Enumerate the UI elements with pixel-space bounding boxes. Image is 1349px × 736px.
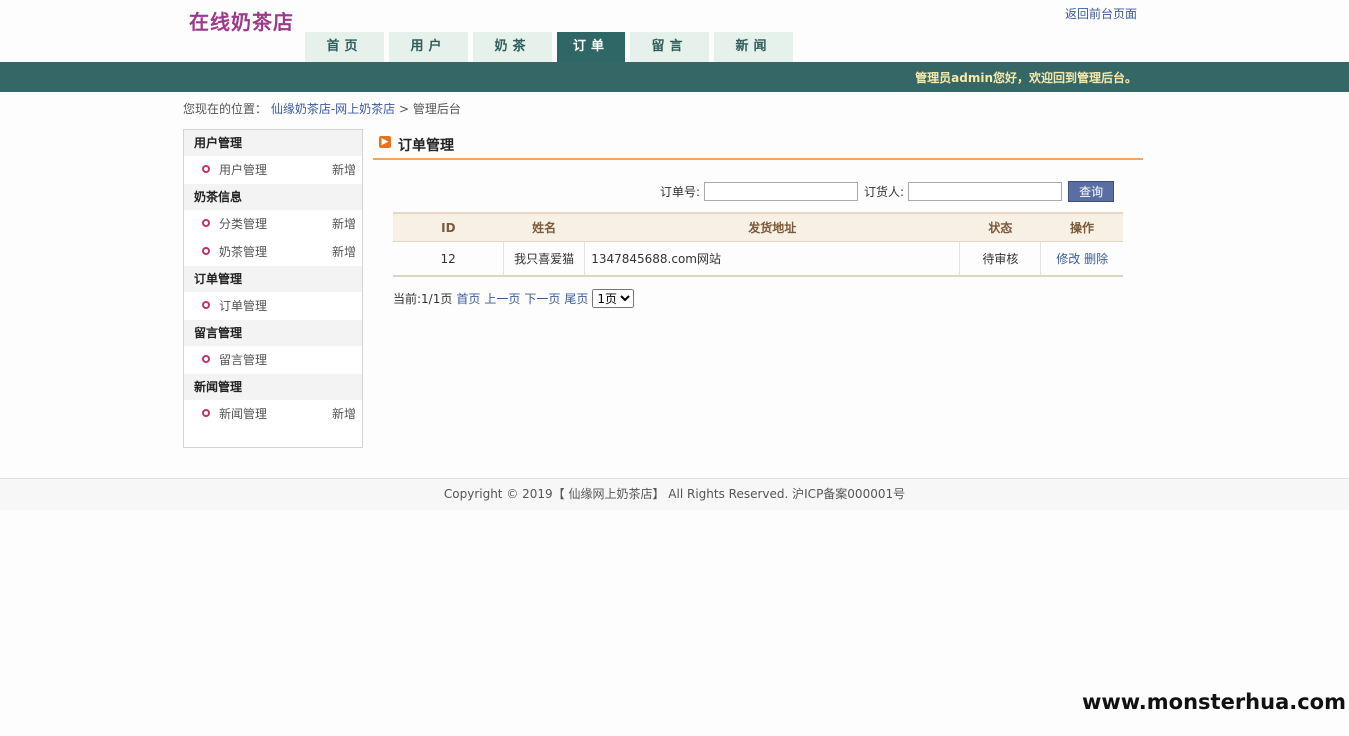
col-header-address: 发货地址 bbox=[584, 212, 960, 242]
delete-link[interactable]: 删除 bbox=[1084, 252, 1108, 266]
back-to-frontend-link[interactable]: 返回前台页面 bbox=[1065, 5, 1137, 22]
col-header-id: ID bbox=[393, 212, 504, 242]
col-header-actions: 操作 bbox=[1040, 212, 1123, 242]
prev-page-link[interactable]: 上一页 bbox=[484, 290, 520, 307]
sidebar-group-messages: 留言管理 bbox=[184, 320, 362, 346]
order-no-label: 订单号: bbox=[660, 185, 701, 199]
sidebar-group-news: 新闻管理 bbox=[184, 374, 362, 400]
footer: Copyright © 2019【 仙缘网上奶茶店】 All Rights Re… bbox=[0, 478, 1349, 510]
sidebar-item-order-manage[interactable]: 订单管理 bbox=[184, 292, 362, 320]
sidebar-item-category-manage[interactable]: 分类管理 新增 bbox=[184, 210, 362, 238]
order-no-input[interactable] bbox=[704, 182, 859, 201]
sidebar-item-user-manage[interactable]: 用户管理 新增 bbox=[184, 156, 362, 184]
main-nav: 首页 用户 奶茶 订单 留言 新闻 bbox=[305, 32, 798, 62]
bullet-icon bbox=[202, 355, 210, 363]
breadcrumb-separator: > bbox=[399, 102, 410, 116]
sidebar-add-user-link[interactable]: 新增 bbox=[332, 156, 356, 184]
sidebar-item-label[interactable]: 订单管理 bbox=[219, 292, 267, 320]
sidebar-item-milktea-manage[interactable]: 奶茶管理 新增 bbox=[184, 238, 362, 266]
cell-actions: 修改 删除 bbox=[1040, 241, 1123, 277]
sidebar: 用户管理 用户管理 新增 奶茶信息 分类管理 新增 奶茶管理 新增 订单管理 订… bbox=[183, 129, 363, 448]
bullet-icon bbox=[202, 409, 210, 417]
col-header-status: 状态 bbox=[959, 212, 1041, 242]
next-page-link[interactable]: 下一页 bbox=[524, 290, 560, 307]
search-button[interactable]: 查询 bbox=[1068, 181, 1115, 202]
sidebar-item-label[interactable]: 用户管理 bbox=[219, 156, 267, 184]
site-title: 在线奶茶店 bbox=[189, 10, 294, 34]
breadcrumb-current: 管理后台 bbox=[412, 102, 461, 116]
cell-address: 1347845688.com网站 bbox=[584, 241, 961, 277]
sidebar-group-milktea: 奶茶信息 bbox=[184, 184, 362, 210]
orders-table: ID 姓名 发货地址 状态 操作 12 我只喜爱猫 1347845688.com… bbox=[393, 212, 1123, 277]
nav-tab-orders[interactable]: 订单 bbox=[557, 32, 625, 62]
table-header-row: ID 姓名 发货地址 状态 操作 bbox=[393, 212, 1123, 242]
last-page-link[interactable]: 尾页 bbox=[564, 290, 588, 307]
panel-title: 订单管理 bbox=[398, 138, 454, 154]
cell-id: 12 bbox=[393, 241, 505, 277]
table-row: 12 我只喜爱猫 1347845688.com网站 待审核 修改 删除 bbox=[393, 241, 1123, 277]
sidebar-group-users: 用户管理 bbox=[184, 130, 362, 156]
sidebar-group-orders: 订单管理 bbox=[184, 266, 362, 292]
arrow-right-icon: ▶ bbox=[379, 136, 391, 148]
panel-header: ▶ 订单管理 bbox=[373, 130, 1143, 160]
page-info: 当前:1/1页 bbox=[393, 292, 453, 306]
bullet-icon bbox=[202, 165, 210, 173]
col-header-name: 姓名 bbox=[503, 212, 585, 242]
sidebar-add-category-link[interactable]: 新增 bbox=[332, 210, 356, 238]
bullet-icon bbox=[202, 247, 210, 255]
cell-name: 我只喜爱猫 bbox=[503, 241, 586, 277]
nav-tab-messages[interactable]: 留言 bbox=[630, 32, 709, 62]
bullet-icon bbox=[202, 301, 210, 309]
breadcrumb-home-link[interactable]: 仙缘奶茶店-网上奶茶店 bbox=[271, 102, 395, 116]
pagination: 当前:1/1页 首页 上一页 下一页 尾页 1页 bbox=[393, 289, 635, 308]
sidebar-add-milktea-link[interactable]: 新增 bbox=[332, 238, 356, 266]
first-page-link[interactable]: 首页 bbox=[456, 290, 480, 307]
nav-tab-news[interactable]: 新闻 bbox=[714, 32, 793, 62]
sidebar-item-label[interactable]: 留言管理 bbox=[219, 346, 267, 374]
sidebar-item-news-manage[interactable]: 新闻管理 新增 bbox=[184, 400, 362, 428]
bullet-icon bbox=[202, 219, 210, 227]
buyer-input[interactable] bbox=[908, 182, 1063, 201]
sidebar-add-news-link[interactable]: 新增 bbox=[332, 400, 356, 428]
sidebar-item-message-manage[interactable]: 留言管理 bbox=[184, 346, 362, 374]
buyer-label: 订货人: bbox=[864, 185, 905, 199]
nav-tab-milktea[interactable]: 奶茶 bbox=[473, 32, 552, 62]
breadcrumb: 您现在的位置： 仙缘奶茶店-网上奶茶店 > 管理后台 bbox=[183, 100, 461, 117]
sidebar-item-label[interactable]: 奶茶管理 bbox=[219, 238, 267, 266]
sidebar-item-label[interactable]: 分类管理 bbox=[219, 210, 267, 238]
edit-link[interactable]: 修改 bbox=[1056, 252, 1080, 266]
nav-tab-home[interactable]: 首页 bbox=[305, 32, 384, 62]
search-form: 订单号: 订货人: 查询 bbox=[660, 181, 1115, 202]
welcome-text: 管理员admin您好，欢迎回到管理后台。 bbox=[915, 71, 1137, 85]
cell-status: 待审核 bbox=[959, 241, 1042, 277]
copyright-text: Copyright © 2019【 仙缘网上奶茶店】 All Rights Re… bbox=[443, 487, 906, 501]
watermark: www.monsterhua.com bbox=[1081, 690, 1346, 714]
breadcrumb-prefix: 您现在的位置： bbox=[183, 102, 268, 116]
page-select[interactable]: 1页 bbox=[592, 289, 635, 308]
nav-tab-users[interactable]: 用户 bbox=[389, 32, 468, 62]
welcome-banner: 管理员admin您好，欢迎回到管理后台。 bbox=[0, 62, 1349, 92]
sidebar-item-label[interactable]: 新闻管理 bbox=[219, 400, 267, 428]
